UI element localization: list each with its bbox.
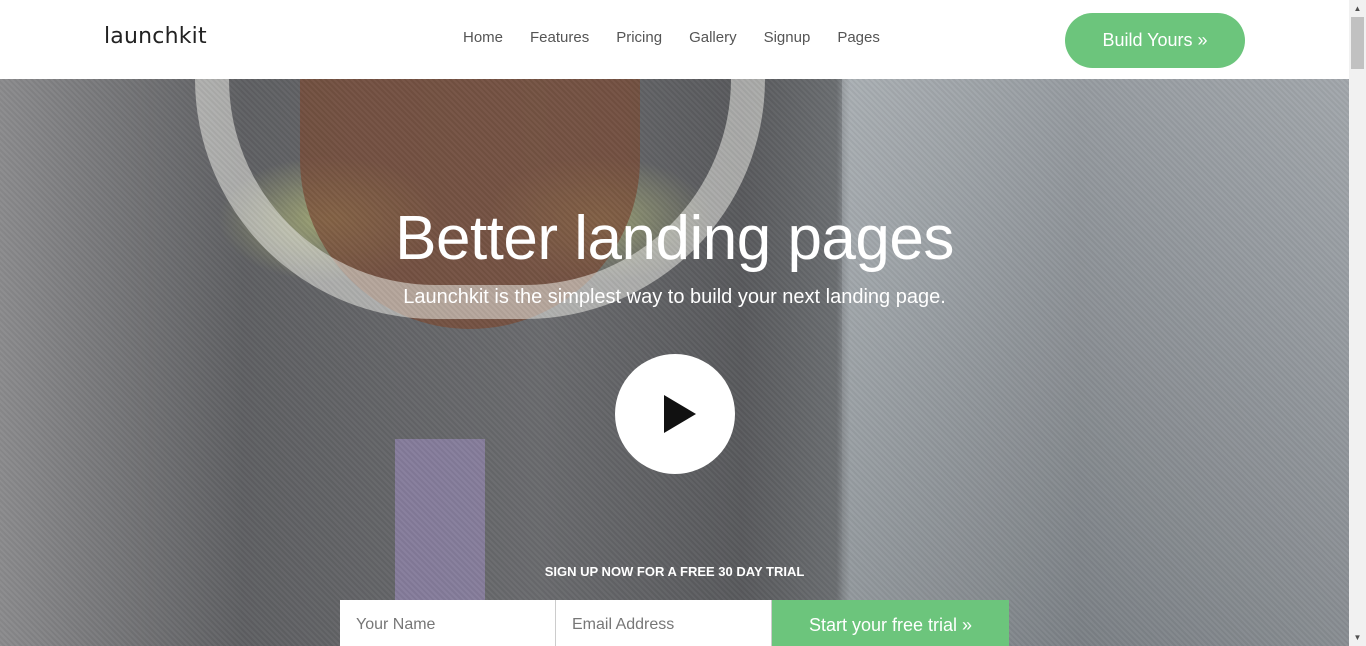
logo[interactable]: launchkit xyxy=(104,24,207,49)
nav-link-signup[interactable]: Signup xyxy=(764,30,811,46)
main-nav: Home Features Pricing Gallery Signup Pag… xyxy=(463,30,907,46)
signup-form: Start your free trial » xyxy=(340,600,1009,646)
play-icon xyxy=(664,395,696,433)
hero-title: Better landing pages xyxy=(395,204,954,273)
hero-subtitle: Launchkit is the simplest way to build y… xyxy=(403,286,946,308)
nav-link-features[interactable]: Features xyxy=(530,30,589,46)
scroll-thumb[interactable] xyxy=(1351,17,1364,69)
nav-link-gallery[interactable]: Gallery xyxy=(689,30,737,46)
top-navbar: launchkit Home Features Pricing Gallery … xyxy=(0,0,1349,79)
name-input[interactable] xyxy=(340,600,556,646)
build-yours-button[interactable]: Build Yours » xyxy=(1065,13,1245,68)
scroll-down-icon[interactable]: ▼ xyxy=(1349,629,1366,646)
hero-section: Better landing pages Launchkit is the si… xyxy=(0,79,1349,646)
nav-link-pricing[interactable]: Pricing xyxy=(616,30,662,46)
scroll-up-icon[interactable]: ▲ xyxy=(1349,0,1366,17)
nav-link-home[interactable]: Home xyxy=(463,30,503,46)
nav-link-pages[interactable]: Pages xyxy=(837,30,880,46)
trial-label: SIGN UP NOW FOR A FREE 30 DAY TRIAL xyxy=(544,564,805,579)
start-trial-button[interactable]: Start your free trial » xyxy=(772,600,1009,646)
play-video-button[interactable] xyxy=(615,354,735,474)
scrollbar[interactable]: ▲ ▼ xyxy=(1349,0,1366,646)
email-input[interactable] xyxy=(556,600,772,646)
